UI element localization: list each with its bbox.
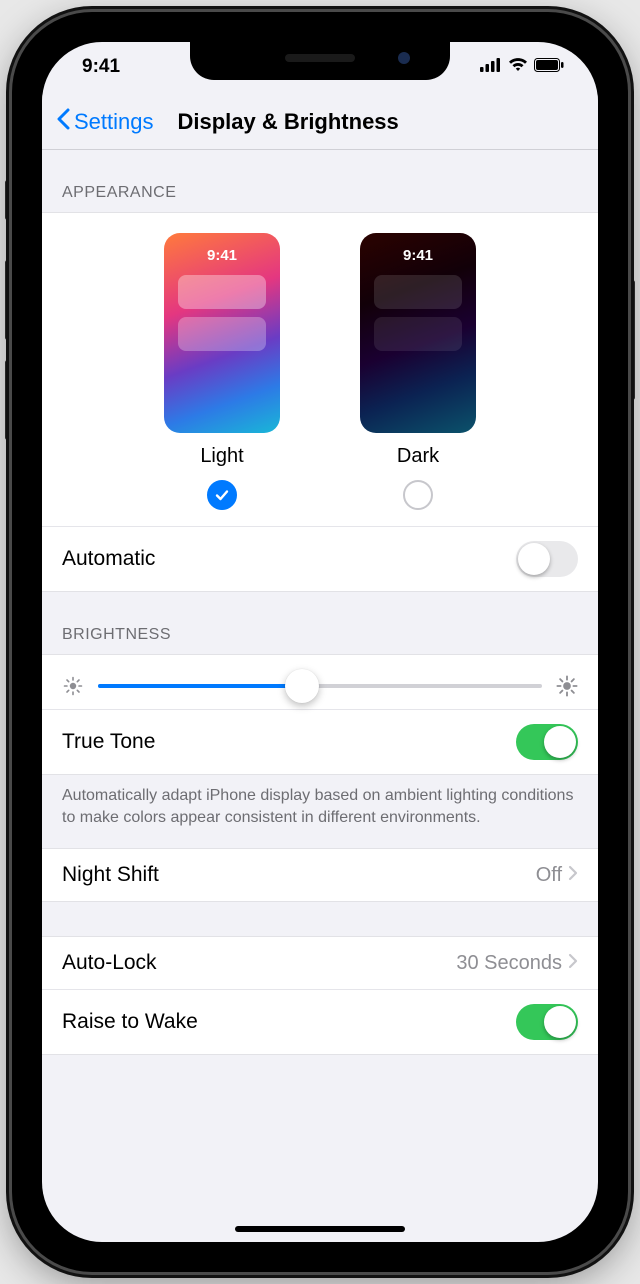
appearance-light-preview: 9:41	[164, 233, 280, 433]
wifi-icon	[508, 56, 528, 78]
appearance-mode-light[interactable]: 9:41 Light	[164, 233, 280, 510]
chevron-right-icon	[568, 864, 578, 887]
checkmark-icon	[214, 487, 230, 503]
raise-to-wake-row[interactable]: Raise to Wake	[42, 989, 598, 1054]
night-shift-value: Off	[536, 864, 562, 887]
automatic-label: Automatic	[62, 547, 155, 571]
auto-lock-value: 30 Seconds	[456, 952, 562, 975]
true-tone-switch[interactable]	[516, 724, 578, 760]
appearance-dark-preview: 9:41	[360, 233, 476, 433]
page-title: Display & Brightness	[178, 109, 399, 135]
home-indicator[interactable]	[235, 1226, 405, 1232]
raise-to-wake-label: Raise to Wake	[62, 1010, 198, 1034]
appearance-light-radio[interactable]	[207, 480, 237, 510]
chevron-right-icon	[568, 952, 578, 975]
signal-icon	[480, 56, 502, 78]
section-header-brightness: BRIGHTNESS	[42, 592, 598, 654]
appearance-dark-radio[interactable]	[403, 480, 433, 510]
nav-bar: Settings Display & Brightness	[42, 94, 598, 150]
brightness-slider[interactable]	[98, 684, 542, 688]
back-button[interactable]: Settings	[42, 108, 154, 136]
automatic-row[interactable]: Automatic	[42, 526, 598, 591]
section-header-appearance: APPEARANCE	[42, 150, 598, 212]
appearance-dark-label: Dark	[397, 445, 439, 468]
night-shift-label: Night Shift	[62, 863, 159, 887]
automatic-switch[interactable]	[516, 541, 578, 577]
raise-to-wake-switch[interactable]	[516, 1004, 578, 1040]
true-tone-label: True Tone	[62, 730, 155, 754]
sun-min-icon	[62, 675, 84, 697]
auto-lock-row[interactable]: Auto-Lock 30 Seconds	[42, 937, 598, 989]
true-tone-footer: Automatically adapt iPhone display based…	[42, 775, 598, 848]
status-time: 9:41	[82, 56, 120, 78]
auto-lock-label: Auto-Lock	[62, 951, 157, 975]
battery-icon	[534, 56, 564, 78]
appearance-mode-dark[interactable]: 9:41 Dark	[360, 233, 476, 510]
appearance-light-label: Light	[200, 445, 243, 468]
back-label: Settings	[74, 109, 154, 135]
sun-max-icon	[556, 675, 578, 697]
brightness-slider-thumb[interactable]	[285, 669, 319, 703]
chevron-left-icon	[56, 108, 70, 136]
device-notch	[190, 42, 450, 80]
night-shift-row[interactable]: Night Shift Off	[42, 849, 598, 901]
true-tone-row[interactable]: True Tone	[42, 709, 598, 774]
